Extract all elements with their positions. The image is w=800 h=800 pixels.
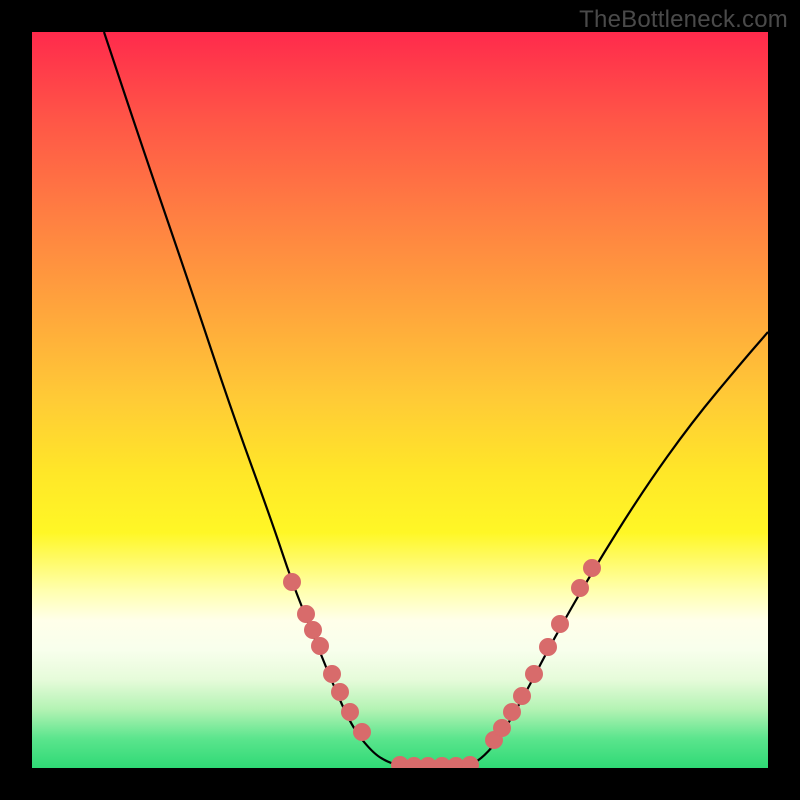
- data-dot: [584, 560, 601, 577]
- data-dot: [305, 622, 322, 639]
- bottleneck-curve: [104, 32, 768, 766]
- chart-svg: [32, 32, 768, 768]
- dot-layer: [284, 560, 601, 769]
- data-dot: [552, 616, 569, 633]
- data-dot: [284, 574, 301, 591]
- data-dot: [312, 638, 329, 655]
- data-dot: [514, 688, 531, 705]
- data-dot: [342, 704, 359, 721]
- data-dot: [298, 606, 315, 623]
- data-dot: [572, 580, 589, 597]
- watermark-text: TheBottleneck.com: [579, 6, 788, 34]
- data-dot: [494, 720, 511, 737]
- data-dot: [324, 666, 341, 683]
- data-dot: [540, 639, 557, 656]
- chart-frame: TheBottleneck.com: [0, 0, 800, 800]
- data-dot: [354, 724, 371, 741]
- chart-plot-area: [32, 32, 768, 768]
- data-dot: [526, 666, 543, 683]
- data-dot: [462, 757, 479, 769]
- data-dot: [504, 704, 521, 721]
- data-dot: [332, 684, 349, 701]
